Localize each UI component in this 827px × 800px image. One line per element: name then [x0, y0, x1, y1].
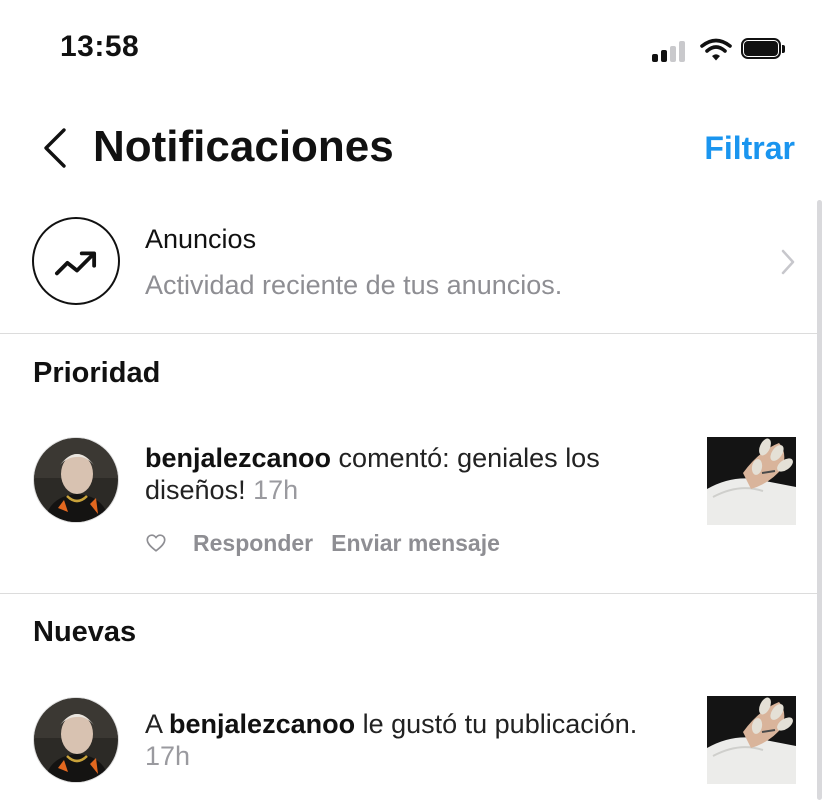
wifi-icon: [700, 38, 732, 61]
page-title: Notificaciones: [93, 122, 394, 171]
chevron-right-icon: [781, 249, 795, 275]
divider: [0, 333, 817, 334]
back-chevron-icon[interactable]: [40, 127, 70, 169]
notification-prefix: A: [145, 709, 170, 739]
section-title-priority: Prioridad: [33, 357, 161, 389]
notification-actions: Responder Enviar mensaje: [145, 527, 518, 559]
scrollbar[interactable]: [817, 200, 822, 800]
divider: [0, 593, 817, 594]
avatar[interactable]: [33, 437, 119, 523]
avatar[interactable]: [33, 697, 119, 783]
send-message-button[interactable]: Enviar mensaje: [331, 530, 500, 557]
section-title-new: Nuevas: [33, 616, 137, 648]
filter-button[interactable]: Filtrar: [704, 128, 795, 168]
notification-message: le gustó tu publicación.: [355, 709, 638, 739]
status-bar: 13:58: [0, 0, 827, 95]
notification-username[interactable]: benjalezcanoo: [145, 443, 331, 473]
post-thumbnail[interactable]: [707, 696, 796, 784]
post-thumbnail[interactable]: [707, 437, 796, 525]
notification-username[interactable]: benjalezcanoo: [169, 709, 355, 739]
status-time: 13:58: [60, 30, 140, 63]
ads-subtitle: Actividad reciente de tus anuncios.: [145, 270, 563, 300]
battery-icon: [741, 38, 785, 61]
reply-button[interactable]: Responder: [193, 530, 313, 557]
trending-up-icon: [32, 217, 120, 305]
notification-text: A benjalezcanoo le gustó tu publicación.…: [145, 708, 665, 772]
notification-time: 17h: [253, 475, 299, 505]
notification-text: benjalezcanoo comentó: geniales los dise…: [145, 442, 665, 506]
ads-title: Anuncios: [145, 224, 257, 254]
heart-outline-icon[interactable]: [145, 532, 167, 554]
cellular-signal-icon: [652, 40, 692, 62]
notification-time: 17h: [145, 741, 191, 771]
